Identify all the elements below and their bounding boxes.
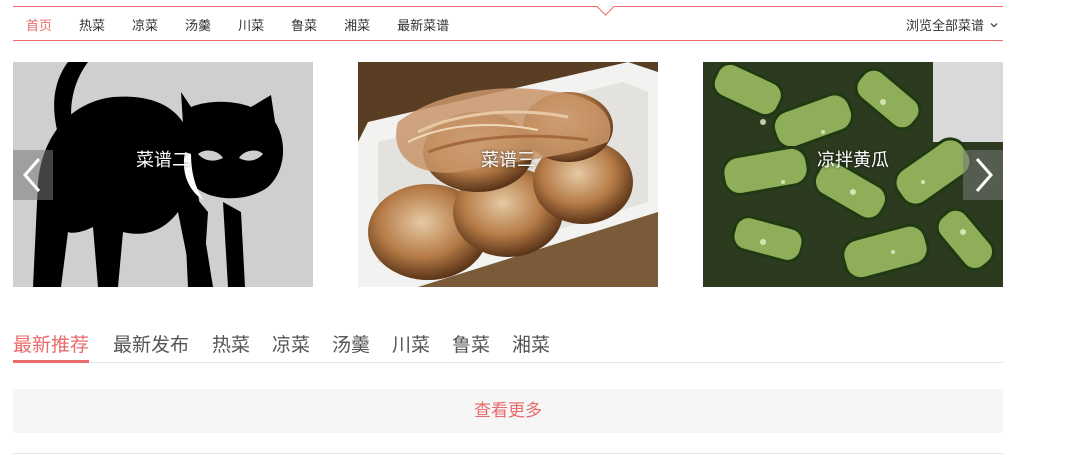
nav-item-latest-recipes[interactable]: 最新菜谱 xyxy=(397,15,449,34)
chevron-down-icon xyxy=(989,19,999,29)
tab-cold-dishes[interactable]: 凉菜 xyxy=(272,330,310,363)
slide-title: 菜谱二 xyxy=(136,150,190,171)
carousel-slide[interactable]: 菜谱二 xyxy=(13,62,313,287)
nav-item-hot-dishes[interactable]: 热菜 xyxy=(79,15,105,34)
cucumber-salad-image xyxy=(703,62,1003,287)
takoyaki-image xyxy=(358,62,658,287)
nav-item-soups[interactable]: 汤羹 xyxy=(185,15,211,34)
tab-hunan[interactable]: 湘菜 xyxy=(512,330,550,363)
top-nav: 首页 热菜 凉菜 汤羹 川菜 鲁菜 湘菜 最新菜谱 浏览全部菜谱 xyxy=(13,0,1003,41)
divider xyxy=(13,453,1003,454)
nav-pointer-notch xyxy=(596,0,615,16)
carousel-slide[interactable]: 菜谱三 xyxy=(358,62,658,287)
chevron-left-icon xyxy=(23,158,41,192)
nav-item-cold-dishes[interactable]: 凉菜 xyxy=(132,15,158,34)
tab-sichuan[interactable]: 川菜 xyxy=(392,330,430,363)
nav-item-home[interactable]: 首页 xyxy=(26,15,52,34)
nav-item-shandong[interactable]: 鲁菜 xyxy=(291,15,317,34)
slide-title: 菜谱三 xyxy=(481,150,535,171)
browse-all-recipes-button[interactable]: 浏览全部菜谱 xyxy=(906,7,999,41)
recipe-carousel: 菜谱二 菜谱三 凉拌黄瓜 xyxy=(13,62,1003,287)
carousel-prev-button[interactable] xyxy=(13,150,53,200)
tab-shandong[interactable]: 鲁菜 xyxy=(452,330,490,363)
nav-items: 首页 热菜 凉菜 汤羹 川菜 鲁菜 湘菜 最新菜谱 xyxy=(13,7,463,41)
chevron-right-icon xyxy=(975,158,993,192)
slide-title: 凉拌黄瓜 xyxy=(817,150,889,171)
tab-soups[interactable]: 汤羹 xyxy=(332,330,370,363)
browse-all-label: 浏览全部菜谱 xyxy=(905,18,984,34)
tab-latest-recommended[interactable]: 最新推荐 xyxy=(13,330,90,363)
tab-latest-published[interactable]: 最新发布 xyxy=(113,330,189,363)
tab-hot-dishes[interactable]: 热菜 xyxy=(212,330,250,363)
load-more-button[interactable]: 查看更多 xyxy=(13,389,1003,433)
nav-item-sichuan[interactable]: 川菜 xyxy=(238,15,264,34)
carousel-next-button[interactable] xyxy=(963,150,1003,200)
recipe-category-tabs: 最新推荐 最新发布 热菜 凉菜 汤羹 川菜 鲁菜 湘菜 xyxy=(13,328,1003,363)
black-cat-image xyxy=(13,62,313,287)
carousel-slide[interactable]: 凉拌黄瓜 xyxy=(703,62,1003,287)
nav-item-hunan[interactable]: 湘菜 xyxy=(344,15,370,34)
